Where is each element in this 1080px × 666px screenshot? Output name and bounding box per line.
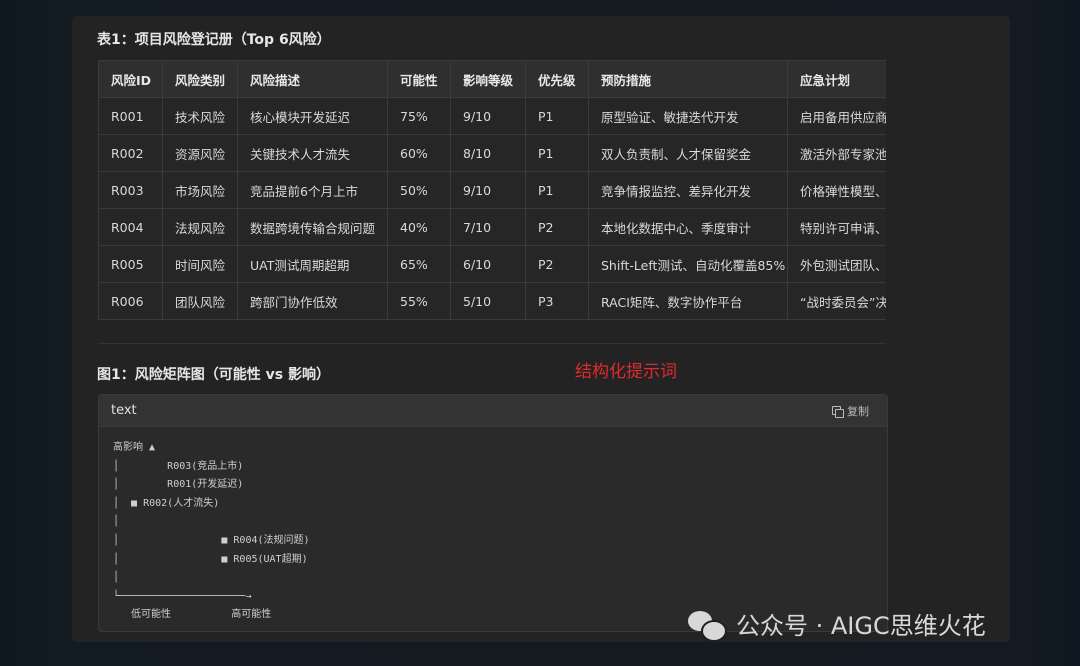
wechat-icon (688, 609, 727, 642)
table-title: 表1：项目风险登记册（Top 6风险） (97, 32, 331, 48)
column-header: 预防措施 (588, 60, 788, 98)
watermark: 公众号 · AIGC思维火花 (688, 606, 986, 642)
table-header-row: 风险ID 风险类别 风险描述 可能性 影响等级 优先级 预防措施 应急计划 (98, 60, 886, 98)
watermark-text: 公众号 · AIGC思维火花 (736, 612, 986, 640)
table-row: R005 时间风险 UAT测试周期超期 65% 6/10 P2 Shift-Left测试、自… (98, 245, 886, 283)
table-cell: R002 (98, 134, 163, 172)
table-cell: 8/10 (450, 134, 526, 172)
table-cell: 本地化数据中心、季度审计 (588, 208, 788, 246)
table-row: R002 资源风险 关键技术人才流失 60% 8/10 P1 双人负责制、人才保留奖金 激活外… (98, 134, 886, 172)
table-row: R004 法规风险 数据跨境传输合规问题 40% 7/10 P2 本地化数据中心、季度审计特… (98, 208, 886, 246)
risk-table-container[interactable]: 风险ID 风险类别 风险描述 可能性 影响等级 优先级 预防措施 应急计划 R001 技术风险核… (98, 60, 886, 322)
table-cell: R001 (98, 97, 163, 135)
code-block: text 复制 高影响 ▲ │ R003(竞品上市) │ R001(开发延迟) … (98, 394, 888, 632)
table-cell: R004 (98, 208, 163, 246)
table-cell: 原型验证、敏捷迭代开发 (588, 97, 788, 135)
table-cell: P3 (525, 282, 589, 320)
copy-button[interactable]: 复制 (832, 403, 869, 419)
table-cell: RACI矩阵、数字协作平台 (588, 282, 788, 320)
table-cell: 团队风险 (162, 282, 238, 320)
table-cell: 6/10 (450, 245, 526, 283)
table-cell: 9/10 (450, 97, 526, 135)
table-cell: 竞争情报监控、差异化开发 (588, 171, 788, 209)
table-cell: R005 (98, 245, 163, 283)
table-cell: 竞品提前6个月上市 (237, 171, 388, 209)
table-cell: 40% (387, 208, 451, 246)
column-header: 可能性 (387, 60, 451, 98)
table-row: R006 团队风险 跨部门协作低效 55% 5/10 P3 RACI矩阵、数字协作平台 “战时… (98, 282, 886, 320)
table-cell: 双人负责制、人才保留奖金 (588, 134, 788, 172)
table-cell: Shift-Left测试、自动化覆盖85% (588, 245, 788, 283)
table-cell: R003 (98, 171, 163, 209)
table-cell: “战时委员会”决 (787, 282, 886, 320)
table-cell: 55% (387, 282, 451, 320)
column-header: 优先级 (525, 60, 589, 98)
table-row: R001 技术风险 核心模块开发延迟 75% 9/10 P1 原型验证、敏捷迭代开发 启用备用… (98, 97, 886, 135)
code-content: 高影响 ▲ │ R003(竞品上市) │ R001(开发延迟) │ ■ R002… (113, 442, 310, 621)
table-cell: 外包测试团队、 (787, 245, 886, 283)
table-cell: 关键技术人才流失 (237, 134, 388, 172)
column-header: 风险ID (98, 60, 163, 98)
table-body: R001 技术风险 核心模块开发延迟 75% 9/10 P1 原型验证、敏捷迭代开发 启用备用… (98, 97, 886, 320)
code-header: text 复制 (99, 395, 887, 427)
table-row: R003 市场风险 竞品提前6个月上市 50% 9/10 P1 竞争情报监控、差异化开发 价格… (98, 171, 886, 209)
table-cell: UAT测试周期超期 (237, 245, 388, 283)
table-cell: 启用备用供应商 (787, 97, 886, 135)
copy-icon (832, 405, 844, 418)
table-cell: 价格弹性模型、 (787, 171, 886, 209)
table-cell: P1 (525, 97, 589, 135)
copy-label: 复制 (847, 405, 869, 418)
column-header: 风险描述 (237, 60, 388, 98)
table-cell: 时间风险 (162, 245, 238, 283)
table-cell: 资源风险 (162, 134, 238, 172)
table-cell: 市场风险 (162, 171, 238, 209)
section-divider (98, 343, 886, 344)
table-cell: 跨部门协作低效 (237, 282, 388, 320)
table-cell: 核心模块开发延迟 (237, 97, 388, 135)
table-cell: 65% (387, 245, 451, 283)
code-language-label: text (111, 403, 137, 418)
table-cell: 60% (387, 134, 451, 172)
table-cell: 75% (387, 97, 451, 135)
table-cell: 特别许可申请、 (787, 208, 886, 246)
table-cell: 9/10 (450, 171, 526, 209)
column-header: 风险类别 (162, 60, 238, 98)
table-cell: P1 (525, 171, 589, 209)
table-cell: 数据跨境传输合规问题 (237, 208, 388, 246)
table-cell: 5/10 (450, 282, 526, 320)
table-cell: 50% (387, 171, 451, 209)
table-cell: P2 (525, 208, 589, 246)
table-cell: 技术风险 (162, 97, 238, 135)
column-header: 应急计划 (787, 60, 886, 98)
figure-title: 图1：风险矩阵图（可能性 vs 影响） (97, 367, 330, 383)
annotation-label: 结构化提示词 (575, 362, 677, 382)
table-cell: R006 (98, 282, 163, 320)
table-cell: P2 (525, 245, 589, 283)
risk-register-table: 风险ID 风险类别 风险描述 可能性 影响等级 优先级 预防措施 应急计划 R001 技术风险核… (98, 60, 886, 320)
table-cell: P1 (525, 134, 589, 172)
table-cell: 激活外部专家池 (787, 134, 886, 172)
table-cell: 7/10 (450, 208, 526, 246)
column-header: 影响等级 (450, 60, 526, 98)
table-cell: 法规风险 (162, 208, 238, 246)
